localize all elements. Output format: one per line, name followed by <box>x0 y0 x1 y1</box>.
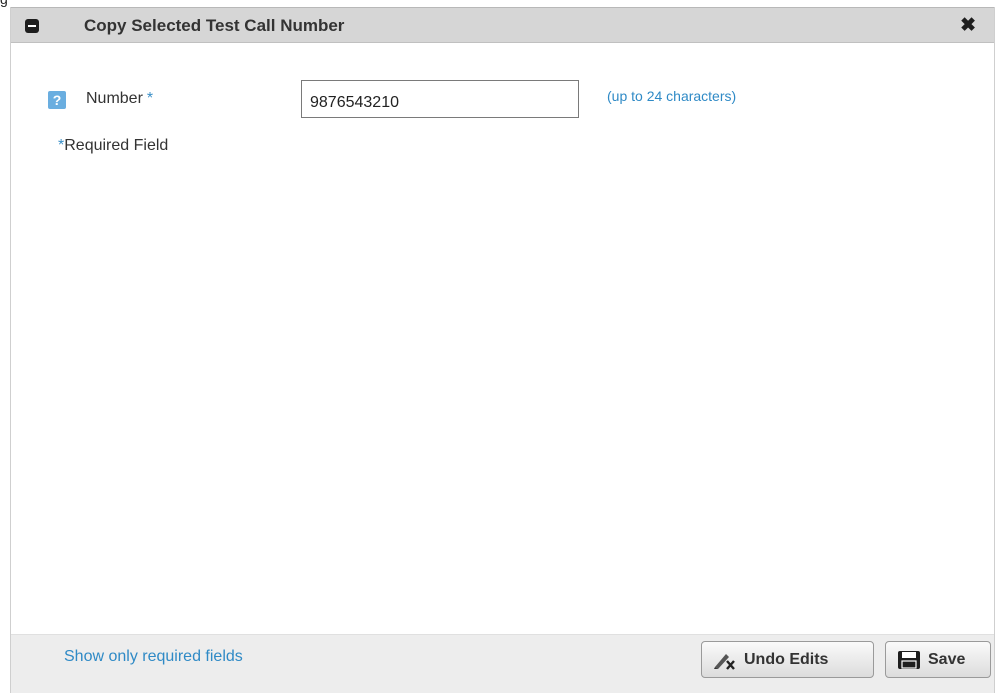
number-label-text: Number <box>86 90 143 107</box>
number-field-label: Number * <box>86 90 153 108</box>
required-marker: * <box>146 90 154 107</box>
dialog-title: Copy Selected Test Call Number <box>84 16 345 35</box>
close-icon[interactable]: ✖ <box>960 16 976 35</box>
undo-edits-button[interactable]: Undo Edits <box>701 641 874 678</box>
character-limit-hint: (up to 24 characters) <box>607 88 737 104</box>
required-note-text: Required Field <box>64 137 169 154</box>
show-required-fields-link[interactable]: Show only required fields <box>64 648 243 666</box>
cut-off-label: g <box>0 0 8 6</box>
minus-square-icon[interactable] <box>25 19 39 33</box>
pencil-x-icon <box>712 649 738 671</box>
copy-number-dialog: Copy Selected Test Call Number ✖ ? Numbe… <box>10 7 995 693</box>
save-button[interactable]: Save <box>885 641 991 678</box>
floppy-disk-icon <box>896 649 922 671</box>
page: g Copy Selected Test Call Number ✖ ? Num… <box>0 0 997 694</box>
help-icon[interactable]: ? <box>48 91 66 109</box>
number-input[interactable] <box>301 80 579 118</box>
dialog-footer: Show only required fields Undo Edits Sav… <box>11 634 994 693</box>
undo-edits-label: Undo Edits <box>744 650 829 668</box>
required-field-note: *Required Field <box>58 137 168 155</box>
save-label: Save <box>928 650 966 668</box>
dialog-titlebar: Copy Selected Test Call Number ✖ <box>11 7 994 43</box>
